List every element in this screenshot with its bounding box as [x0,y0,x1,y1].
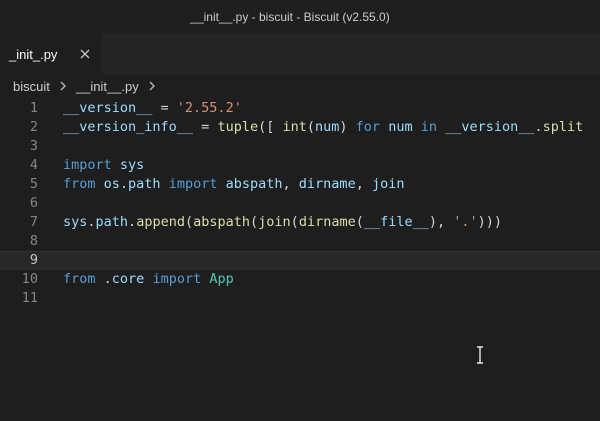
code-line[interactable]: 1 __version__ = '2.55.2' [0,99,600,118]
code-token: ), [428,214,454,230]
breadcrumb-folder[interactable]: biscuit [13,79,50,94]
line-code: from .core import App [63,270,234,289]
text-cursor-icon [477,346,483,364]
code-token: __version__ [63,100,153,116]
line-number: 2 [29,119,38,135]
code-token: in [420,119,437,135]
code-token: = [152,100,177,116]
code-token: num [315,119,340,135]
code-token: __version__ [445,119,535,135]
code-token: split [542,119,584,135]
tab-init-py[interactable]: _init_.py [0,34,102,74]
line-number: 7 [29,214,38,230]
code-token: __version_info__ [63,119,194,135]
code-line[interactable]: 5 from os.path import abspath, dirname, j… [0,175,600,194]
line-number: 4 [29,157,38,173]
code-token: sys [119,157,145,173]
code-line[interactable]: 10 from .core import App [0,270,600,289]
code-token: append [136,214,185,230]
code-line[interactable]: 6 [0,194,600,213]
code-token: = [193,119,218,135]
code-line[interactable]: 8 [0,232,600,251]
code-token: '.' [453,214,478,230]
line-code: import sys [63,156,144,175]
code-token: dirname [298,214,356,230]
code-token: '2.55.2' [176,100,242,116]
code-token: App [209,271,234,287]
code-token: . [128,214,137,230]
code-token: , [282,176,299,192]
breadcrumb-file[interactable]: __init__.py [76,79,139,94]
code-token: from [63,271,96,287]
code-token: __file__ [363,214,429,230]
code-token: path [95,214,129,230]
code-token: abspath [225,176,283,192]
close-icon[interactable] [78,47,92,61]
code-token: join [371,176,405,192]
code-token: ( [184,214,194,230]
code-token: dirname [298,176,356,192]
code-token: ( [250,214,259,230]
line-number: 1 [29,100,38,116]
code-line[interactable]: 2 __version_info__ = tuple([ int(num) for… [0,118,600,137]
line-code: __version_info__ = tuple([ int(num) for … [63,118,583,137]
code-token: ( [306,119,315,135]
code-token: ( [355,214,364,230]
line-number: 9 [29,252,38,268]
code-token: tuple [217,119,259,135]
code-token: , [355,176,372,192]
tab-label: _init_.py [9,46,58,62]
code-token: int [282,119,307,135]
title-bar: __init__.py - biscuit - Biscuit (v2.55.0… [0,0,600,34]
line-number: 8 [29,233,38,249]
code-token: .core [103,271,145,287]
code-editor[interactable]: 1 __version__ = '2.55.2' 2 __version_info__… [0,98,600,421]
line-code: __version__ = '2.55.2' [63,99,242,118]
line-number: 11 [21,290,38,306]
code-token: import [63,157,112,173]
code-token: import [152,271,202,287]
code-line[interactable]: 3 [0,137,600,156]
code-token: join [258,214,291,230]
code-token: abspath [193,214,251,230]
code-token: ))) [477,214,503,230]
code-token: . [87,214,96,230]
code-line[interactable]: 4 import sys [0,156,600,175]
code-token: import [168,176,218,192]
line-number: 10 [21,271,38,287]
code-line[interactable]: 9 [0,251,600,270]
code-token: for [355,119,381,135]
line-number: 3 [29,138,38,154]
code-token: ([ [258,119,283,135]
tab-bar: _init_.py [0,34,600,74]
line-number: 6 [29,195,38,211]
line-number: 5 [29,176,38,192]
breadcrumb: biscuit __init__.py [0,74,600,98]
code-token: num [388,119,413,135]
code-line[interactable]: 11 [0,289,600,308]
code-line[interactable]: 7 sys.path.append(abspath(join(dirname(__… [0,213,600,232]
code-token: os.path [103,176,161,192]
code-token: sys [63,214,88,230]
code-token: ( [290,214,299,230]
code-token: from [63,176,96,192]
code-token: . [534,119,543,135]
window-title: __init__.py - biscuit - Biscuit (v2.55.0… [190,10,390,24]
chevron-right-icon [149,81,155,91]
code-token: ) [339,119,356,135]
line-code: sys.path.append(abspath(join(dirname(__f… [63,213,502,232]
line-code: from os.path import abspath, dirname, jo… [63,175,404,194]
chevron-right-icon [60,81,66,91]
